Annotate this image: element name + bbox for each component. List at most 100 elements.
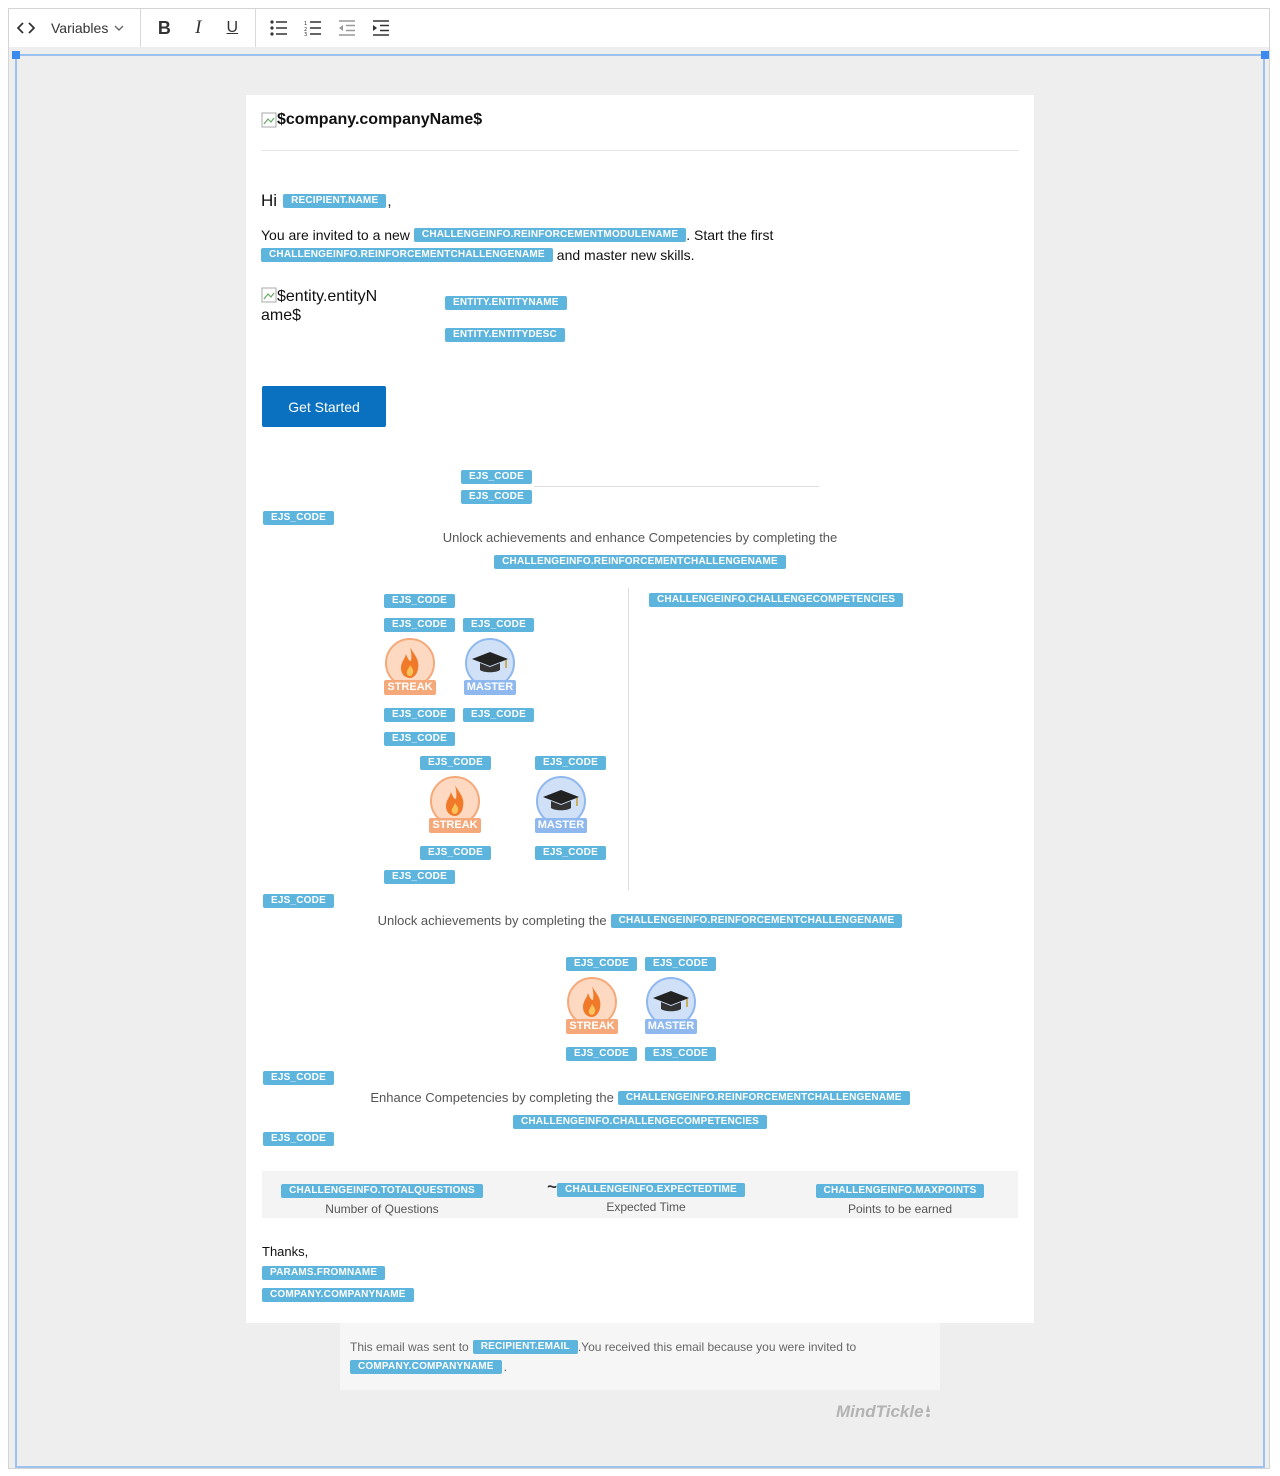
stat-questions: CHALLENGEINFO.TOTALQUESTIONS Number of Q…: [262, 1180, 502, 1216]
company-logo-alt: $company.companyName$: [277, 111, 483, 128]
merge-tag-ejs[interactable]: EJS_CODE: [263, 894, 334, 908]
merge-tag-ejs[interactable]: EJS_CODE: [645, 1047, 716, 1061]
merge-tag-ejs[interactable]: EJS_CODE: [463, 618, 534, 632]
streak-badge-label: STREAK: [432, 819, 478, 831]
variables-dropdown[interactable]: Variables: [43, 20, 134, 36]
merge-tag-entity-desc[interactable]: ENTITY.ENTITYDESC: [445, 328, 565, 342]
mindtickle-logo-text: MindTickle: [836, 1402, 924, 1421]
merge-tag-ejs[interactable]: EJS_CODE: [384, 732, 455, 746]
footer-line-1: This email was sent to RECIPIENT.EMAIL .…: [350, 1340, 856, 1354]
italic-button[interactable]: I: [181, 11, 215, 45]
merge-tag-challenge-name[interactable]: CHALLENGEINFO.REINFORCEMENTCHALLENGENAME: [617, 1090, 910, 1105]
streak-badge-label: STREAK: [569, 1020, 615, 1032]
merge-tag-module-name[interactable]: CHALLENGEINFO.REINFORCEMENTMODULENAME: [413, 228, 687, 242]
merge-tag-ejs[interactable]: EJS_CODE: [535, 846, 606, 860]
unlock-enhance-text: Unlock achievements and enhance Competen…: [442, 530, 838, 545]
resize-handle[interactable]: [1261, 51, 1269, 59]
merge-tag-from-name[interactable]: PARAMS.FROMNAME: [262, 1266, 386, 1280]
merge-tag-ejs[interactable]: EJS_CODE: [463, 708, 534, 722]
intro-line-2: CHALLENGEINFO.REINFORCEMENTCHALLENGENAME…: [261, 247, 695, 263]
merge-tag-competencies[interactable]: CHALLENGEINFO.CHALLENGECOMPETENCIES: [649, 593, 904, 607]
stat-time-label: Expected Time: [606, 1200, 686, 1214]
merge-tag-recipient-name[interactable]: RECIPIENT.NAME: [283, 194, 387, 208]
merge-tag-ejs[interactable]: EJS_CODE: [384, 618, 455, 632]
underline-button[interactable]: U: [215, 11, 249, 45]
enhance-competencies-text: Enhance Competencies by completing the: [370, 1090, 614, 1105]
unlock-achievements-text: Unlock achievements by completing the: [377, 913, 607, 928]
merge-tag-ejs[interactable]: EJS_CODE: [461, 470, 532, 484]
editor-toolbar: Variables B I U 123: [8, 8, 1270, 48]
resize-handle[interactable]: [12, 51, 20, 59]
merge-tag-ejs[interactable]: EJS_CODE: [566, 957, 637, 971]
brand-mark-icon: [925, 1404, 930, 1418]
footer-line-2: COMPANY.COMPANYNAME .: [350, 1360, 507, 1374]
source-code-button[interactable]: [9, 11, 43, 45]
broken-image-icon: [261, 287, 277, 303]
thanks-text: Thanks,: [262, 1244, 309, 1259]
outdent-icon: [339, 20, 356, 36]
merge-tag-competencies[interactable]: CHALLENGEINFO.CHALLENGECOMPETENCIES: [512, 1115, 768, 1129]
get-started-button[interactable]: Get Started: [262, 386, 386, 427]
company-logo: $company.companyName$: [261, 111, 482, 129]
greeting-line: Hi RECIPIENT.NAME ,: [261, 191, 392, 211]
merge-tag-expected-time[interactable]: CHALLENGEINFO.EXPECTEDTIME: [557, 1183, 745, 1197]
merge-tag-company-name[interactable]: COMPANY.COMPANYNAME: [262, 1288, 414, 1302]
merge-tag-ejs[interactable]: EJS_CODE: [384, 870, 455, 884]
code-icon: [17, 22, 35, 34]
unlock-enhance-tag-row: CHALLENGEINFO.REINFORCEMENTCHALLENGENAME: [246, 551, 1034, 569]
entity-image: $entity.entityName$: [261, 287, 386, 325]
bold-button[interactable]: B: [147, 11, 181, 45]
intro-text-1: You are invited to a new: [261, 227, 410, 243]
indent-button[interactable]: [364, 11, 398, 45]
stat-time: ~ CHALLENGEINFO.EXPECTEDTIME Expected Tim…: [526, 1177, 766, 1214]
merge-tag-ejs[interactable]: EJS_CODE: [420, 756, 491, 770]
intro-line-1: You are invited to a new CHALLENGEINFO.R…: [261, 227, 773, 243]
merge-tag-max-points[interactable]: CHALLENGEINFO.MAXPOINTS: [815, 1184, 985, 1198]
merge-tag-ejs[interactable]: EJS_CODE: [566, 1047, 637, 1061]
email-body: $company.companyName$ Hi RECIPIENT.NAME …: [246, 95, 1034, 1323]
stat-points-label: Points to be earned: [847, 1202, 953, 1216]
outdent-button[interactable]: [330, 11, 364, 45]
merge-tag-company-name[interactable]: COMPANY.COMPANYNAME: [350, 1360, 502, 1374]
merge-tag-ejs[interactable]: EJS_CODE: [645, 957, 716, 971]
merge-tag-challenge-name[interactable]: CHALLENGEINFO.REINFORCEMENTCHALLENGENAME: [261, 248, 553, 262]
bullet-list-icon: [270, 20, 288, 36]
streak-badge: STREAK: [384, 637, 436, 702]
streak-badge: STREAK: [429, 775, 481, 840]
numbered-list-icon: 123: [304, 21, 322, 36]
numbered-list-button[interactable]: 123: [296, 11, 330, 45]
entity-image-alt: $entity.entityName$: [261, 288, 378, 324]
footer-text-1: This email was sent to: [350, 1340, 469, 1354]
bullet-list-button[interactable]: [262, 11, 296, 45]
merge-tag-entity-name[interactable]: ENTITY.ENTITYNAME: [445, 296, 567, 310]
master-badge-label: MASTER: [466, 681, 514, 693]
merge-tag-ejs[interactable]: EJS_CODE: [461, 490, 532, 504]
merge-tag-ejs[interactable]: EJS_CODE: [263, 511, 334, 525]
stat-points: CHALLENGEINFO.MAXPOINTS Points to be ear…: [782, 1180, 1018, 1216]
challenge-stats: CHALLENGEINFO.TOTALQUESTIONS Number of Q…: [262, 1171, 1018, 1218]
enhance-competencies-tag-row: CHALLENGEINFO.CHALLENGECOMPETENCIES: [246, 1111, 1034, 1129]
master-badge-label: MASTER: [647, 1020, 695, 1032]
master-badge: MASTER: [535, 775, 587, 840]
merge-tag-challenge-name[interactable]: CHALLENGEINFO.REINFORCEMENTCHALLENGENAME: [494, 555, 786, 569]
mindtickle-logo: MindTickle: [836, 1402, 932, 1422]
master-badge-label: MASTER: [537, 819, 585, 831]
merge-tag-ejs[interactable]: EJS_CODE: [535, 756, 606, 770]
merge-tag-challenge-name[interactable]: CHALLENGEINFO.REINFORCEMENTCHALLENGENAME: [610, 913, 903, 928]
column-divider: [628, 588, 629, 890]
variables-label: Variables: [51, 20, 109, 36]
master-badge: MASTER: [464, 637, 516, 702]
streak-badge-label: STREAK: [387, 681, 433, 693]
toolbar-divider: [255, 9, 257, 47]
merge-tag-ejs[interactable]: EJS_CODE: [263, 1071, 334, 1085]
stat-questions-label: Number of Questions: [325, 1202, 439, 1216]
email-footer: This email was sent to RECIPIENT.EMAIL .…: [340, 1323, 940, 1390]
enhance-competencies-line: Enhance Competencies by completing the C…: [246, 1090, 1034, 1105]
merge-tag-ejs[interactable]: EJS_CODE: [384, 708, 455, 722]
merge-tag-total-questions[interactable]: CHALLENGEINFO.TOTALQUESTIONS: [281, 1184, 483, 1198]
merge-tag-recipient-email[interactable]: RECIPIENT.EMAIL: [472, 1340, 578, 1354]
merge-tag-ejs[interactable]: EJS_CODE: [384, 594, 455, 608]
merge-tag-ejs[interactable]: EJS_CODE: [263, 1132, 334, 1146]
merge-tag-ejs[interactable]: EJS_CODE: [420, 846, 491, 860]
header-divider: [261, 150, 1019, 151]
